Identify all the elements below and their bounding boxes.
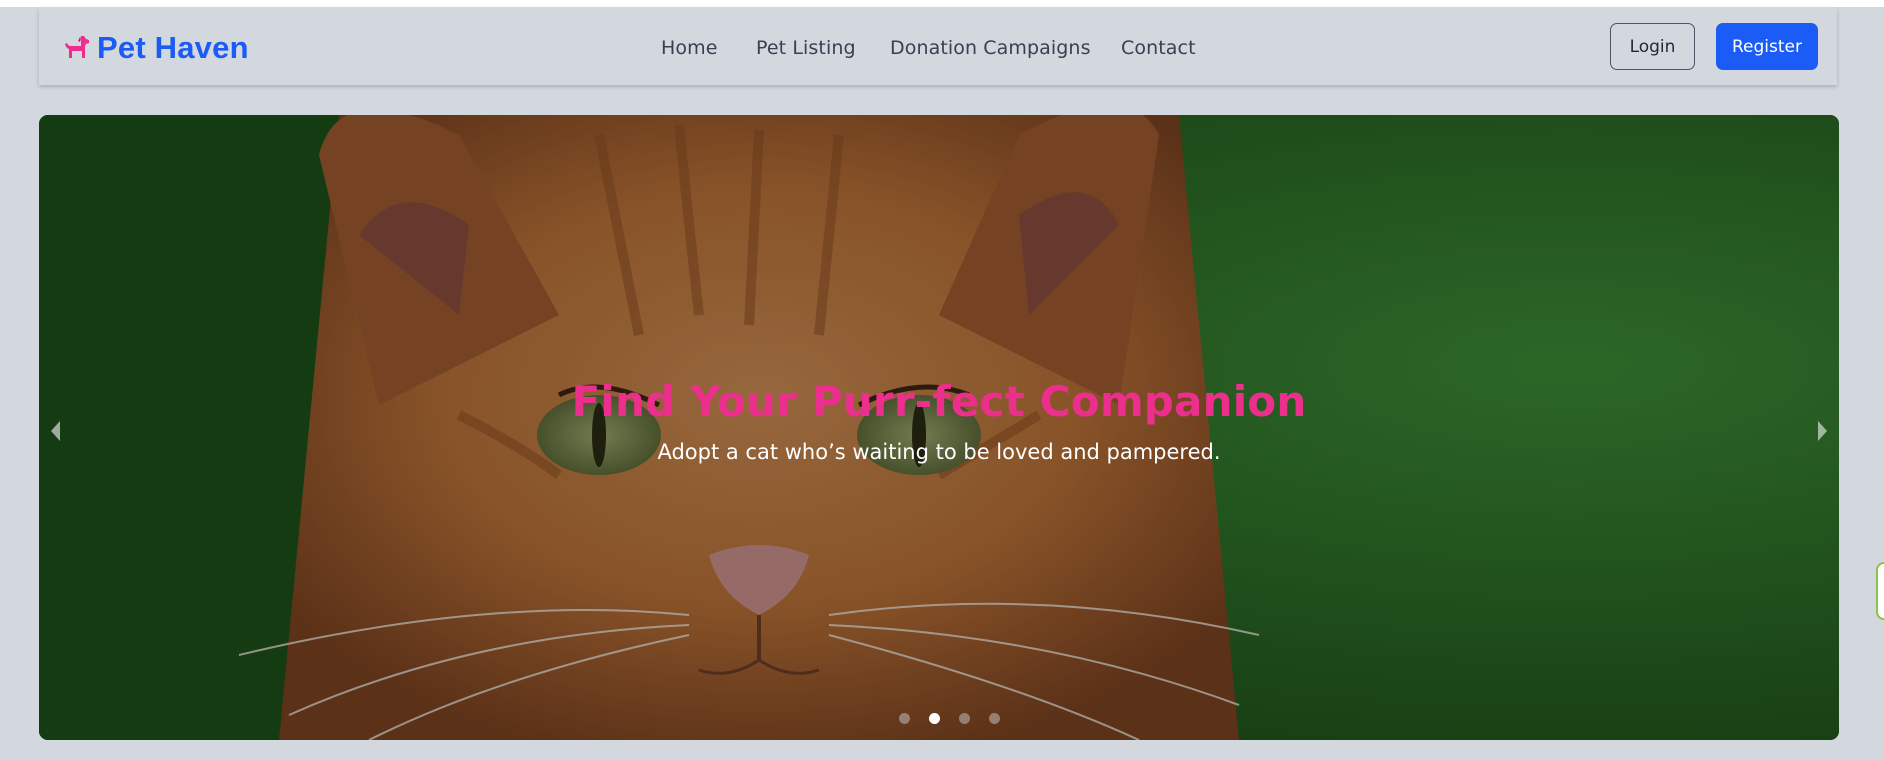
login-button[interactable]: Login: [1610, 23, 1695, 70]
navbar: Pet Haven Home Pet Listing Donation Camp…: [39, 7, 1837, 85]
register-button[interactable]: Register: [1716, 23, 1818, 70]
carousel-dot-1[interactable]: [898, 713, 910, 724]
hero-subtitle: Adopt a cat who’s waiting to be loved an…: [657, 440, 1221, 464]
nav-link-contact[interactable]: Contact: [1121, 37, 1196, 59]
chevron-right-icon: [1818, 421, 1827, 441]
carousel-indicators: [39, 713, 1839, 724]
hero-title: Find Your Purr-fect Companion: [571, 377, 1307, 426]
nav-link-home[interactable]: Home: [661, 37, 718, 59]
nav-link-donation-campaigns[interactable]: Donation Campaigns: [890, 37, 1091, 59]
nav-link-pet-listing[interactable]: Pet Listing: [756, 37, 856, 59]
hero-caption: Find Your Purr-fect Companion Adopt a ca…: [39, 377, 1839, 464]
browser-top-strip: [0, 0, 1884, 7]
carousel-dot-4[interactable]: [988, 713, 1000, 724]
carousel-dot-2[interactable]: [928, 713, 940, 724]
hero-carousel: Find Your Purr-fect Companion Adopt a ca…: [39, 115, 1839, 740]
carousel-next-button[interactable]: [1811, 415, 1835, 447]
nav-links: Home Pet Listing Donation Campaigns Cont…: [39, 7, 1837, 85]
side-widget-tab[interactable]: [1876, 562, 1884, 620]
carousel-dot-3[interactable]: [958, 713, 970, 724]
